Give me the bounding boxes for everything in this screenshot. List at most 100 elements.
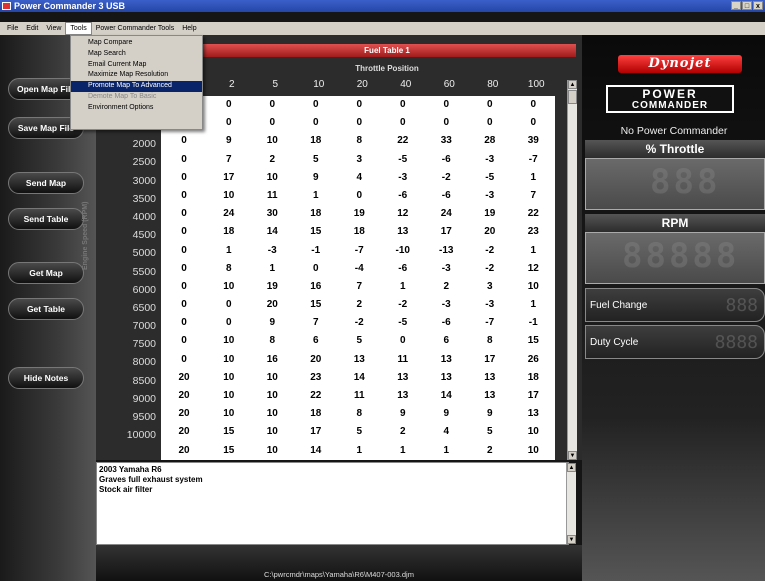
table-cell[interactable]: 10	[251, 169, 295, 187]
menu-help[interactable]: Help	[178, 22, 200, 35]
table-cell[interactable]: 10	[207, 351, 251, 369]
table-cell[interactable]: 1	[512, 296, 556, 314]
table-cell[interactable]: 0	[161, 223, 207, 241]
table-cell[interactable]: -6	[425, 187, 469, 205]
table-cell[interactable]: 28	[468, 132, 512, 150]
table-cell[interactable]: 9	[468, 405, 512, 423]
table-cell[interactable]: 22	[512, 205, 556, 223]
table-cell[interactable]: -2	[468, 260, 512, 278]
table-cell[interactable]: 15	[207, 442, 251, 460]
table-cell[interactable]: 3	[468, 278, 512, 296]
table-cell[interactable]: -5	[381, 151, 425, 169]
table-cell[interactable]: 4	[338, 169, 382, 187]
table-cell[interactable]: 18	[294, 205, 338, 223]
table-cell[interactable]: 20	[161, 405, 207, 423]
table-cell[interactable]: 10	[251, 405, 295, 423]
maximize-button[interactable]: □	[742, 1, 752, 10]
table-cell[interactable]: 20	[294, 351, 338, 369]
scroll-thumb[interactable]	[568, 90, 577, 104]
table-cell[interactable]: 0	[381, 114, 425, 132]
table-cell[interactable]: 15	[294, 296, 338, 314]
send-map-button[interactable]: Send Map	[8, 172, 84, 194]
table-cell[interactable]: 6	[425, 332, 469, 350]
table-cell[interactable]: -6	[425, 314, 469, 332]
table-cell[interactable]: 0	[251, 114, 295, 132]
table-cell[interactable]: 5	[468, 423, 512, 441]
table-cell[interactable]: 0	[425, 96, 469, 114]
table-cell[interactable]: 1	[512, 242, 556, 260]
table-cell[interactable]: 24	[207, 205, 251, 223]
table-cell[interactable]: 8	[468, 332, 512, 350]
table-cell[interactable]: 14	[425, 387, 469, 405]
table-cell[interactable]: 15	[294, 223, 338, 241]
menu-item-map-search[interactable]: Map Search	[71, 49, 202, 60]
table-cell[interactable]: 0	[161, 242, 207, 260]
table-cell[interactable]: 0	[161, 278, 207, 296]
table-cell[interactable]: 10	[207, 387, 251, 405]
menu-view[interactable]: View	[42, 22, 65, 35]
table-cell[interactable]: 0	[207, 96, 251, 114]
table-cell[interactable]: 23	[294, 369, 338, 387]
get-map-button[interactable]: Get Map	[8, 262, 84, 284]
table-cell[interactable]: 13	[512, 405, 556, 423]
table-cell[interactable]: 13	[425, 351, 469, 369]
table-cell[interactable]: 19	[251, 278, 295, 296]
table-cell[interactable]: 13	[381, 223, 425, 241]
table-cell[interactable]: 20	[161, 369, 207, 387]
table-cell[interactable]: 10	[207, 369, 251, 387]
table-cell[interactable]: 5	[338, 332, 382, 350]
menu-item-environment-options[interactable]: Environment Options	[71, 103, 202, 114]
table-cell[interactable]: 20	[161, 423, 207, 441]
table-cell[interactable]: 18	[207, 223, 251, 241]
table-cell[interactable]: 2	[251, 151, 295, 169]
table-cell[interactable]: -6	[381, 260, 425, 278]
minimize-button[interactable]: _	[731, 1, 741, 10]
table-cell[interactable]: 2	[338, 296, 382, 314]
table-cell[interactable]: 0	[294, 260, 338, 278]
table-cell[interactable]: -3	[425, 296, 469, 314]
table-cell[interactable]: 15	[512, 332, 556, 350]
table-cell[interactable]: 10	[512, 423, 556, 441]
table-cell[interactable]: 20	[161, 442, 207, 460]
table-cell[interactable]: 30	[251, 205, 295, 223]
table-cell[interactable]: 10	[251, 387, 295, 405]
table-cell[interactable]: -3	[425, 260, 469, 278]
table-cell[interactable]: 22	[294, 387, 338, 405]
table-cell[interactable]: 18	[338, 223, 382, 241]
notes-scrollbar[interactable]: ▲ ▼	[566, 463, 576, 544]
table-cell[interactable]: 24	[425, 205, 469, 223]
table-cell[interactable]: 13	[338, 351, 382, 369]
table-cell[interactable]: 0	[294, 96, 338, 114]
fuel-table-grid[interactable]: 00000000000000000009101882233283907253-5…	[161, 96, 555, 460]
table-cell[interactable]: -1	[294, 242, 338, 260]
table-cell[interactable]: 15	[207, 423, 251, 441]
menu-tools[interactable]: Tools	[65, 22, 92, 35]
table-cell[interactable]: 0	[251, 96, 295, 114]
table-cell[interactable]: 14	[294, 442, 338, 460]
table-cell[interactable]: 1	[338, 442, 382, 460]
table-cell[interactable]: 1	[381, 442, 425, 460]
table-cell[interactable]: 8	[338, 405, 382, 423]
table-cell[interactable]: 0	[338, 187, 382, 205]
table-cell[interactable]: 1	[512, 169, 556, 187]
table-cell[interactable]: -2	[425, 169, 469, 187]
hide-notes-button[interactable]: Hide Notes	[8, 367, 84, 389]
table-cell[interactable]: 9	[251, 314, 295, 332]
table-cell[interactable]: 10	[207, 332, 251, 350]
table-cell[interactable]: 12	[381, 205, 425, 223]
table-cell[interactable]: 11	[381, 351, 425, 369]
table-cell[interactable]: 10	[251, 442, 295, 460]
table-cell[interactable]: 5	[294, 151, 338, 169]
table-cell[interactable]: 0	[161, 151, 207, 169]
table-cell[interactable]: 10	[251, 132, 295, 150]
table-cell[interactable]: 1	[207, 242, 251, 260]
menu-item-promote-map-to-advanced[interactable]: Promote Map To Advanced	[71, 81, 202, 92]
table-cell[interactable]: 13	[381, 369, 425, 387]
table-cell[interactable]: -7	[468, 314, 512, 332]
table-cell[interactable]: -2	[338, 314, 382, 332]
table-cell[interactable]: 18	[512, 369, 556, 387]
table-cell[interactable]: 7	[338, 278, 382, 296]
table-cell[interactable]: 0	[381, 96, 425, 114]
table-cell[interactable]: -3	[251, 242, 295, 260]
table-cell[interactable]: 16	[251, 351, 295, 369]
